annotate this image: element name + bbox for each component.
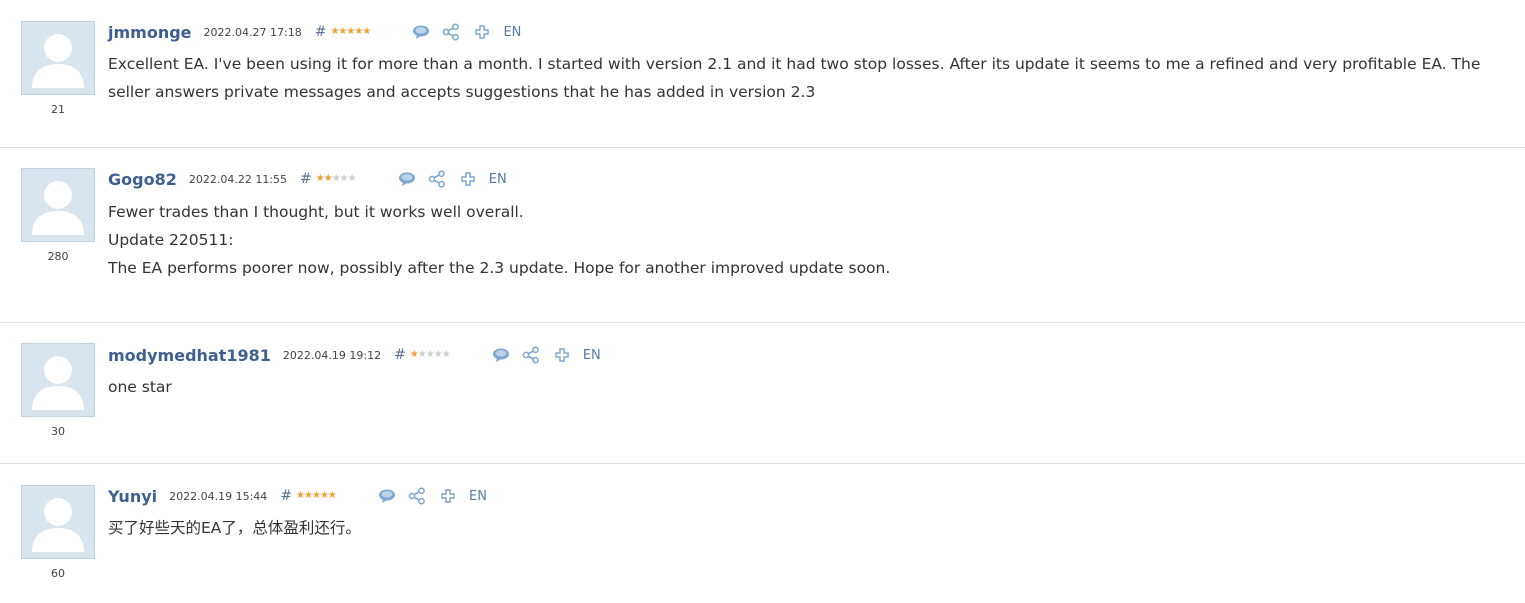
divider (0, 322, 1525, 323)
user-silhouette-icon (32, 181, 84, 235)
star-empty-icon: ★ (441, 349, 451, 360)
author-rating: 21 (51, 103, 65, 116)
plus-icon[interactable] (459, 170, 477, 188)
review-text-line: Excellent EA. I've been using it for mor… (108, 55, 1481, 101)
permalink-link[interactable]: # (394, 347, 406, 363)
review-header: modymedhat1981 2022.04.19 19:12 # ★ ★ ★ ★ ★ … (108, 344, 601, 366)
speech-bubble-icon[interactable] (378, 487, 396, 505)
author-rating: 60 (51, 567, 65, 580)
permalink-link[interactable]: # (315, 24, 327, 40)
star-filled-icon: ★ (354, 26, 363, 37)
review-date: 2022.04.22 11:55 (188, 172, 288, 186)
author-name[interactable]: Yunyi (108, 487, 157, 506)
author-rating: 280 (47, 250, 69, 263)
divider (0, 147, 1525, 148)
review-date: 2022.04.19 15:44 (169, 489, 268, 503)
share-icon[interactable] (408, 487, 426, 505)
permalink-link[interactable]: # (300, 171, 312, 187)
star-empty-icon: ★ (417, 349, 427, 360)
star-empty-icon: ★ (339, 173, 349, 184)
translate-language-link[interactable]: EN (469, 489, 487, 504)
star-filled-icon: ★ (327, 490, 337, 501)
review-text-line: Update 220511: (108, 231, 234, 249)
review-text: one star (108, 373, 1513, 401)
star-rating: ★ ★ ★ ★ ★ (316, 174, 394, 184)
user-silhouette-icon (32, 356, 84, 410)
permalink-link[interactable]: # (280, 488, 292, 504)
avatar[interactable] (21, 168, 95, 242)
star-filled-icon: ★ (362, 26, 371, 37)
star-empty-icon: ★ (425, 349, 435, 360)
translate-language-link[interactable]: EN (489, 172, 507, 187)
star-rating: ★ ★ ★ ★ ★ (330, 27, 408, 37)
translate-language-link[interactable]: EN (503, 25, 521, 40)
review-text-line: one star (108, 378, 172, 396)
star-filled-icon: ★ (409, 349, 419, 360)
review-text: Fewer trades than I thought, but it work… (108, 198, 1513, 282)
review-text-line: Fewer trades than I thought, but it work… (108, 203, 524, 221)
star-filled-icon: ★ (311, 490, 321, 501)
star-filled-icon: ★ (304, 490, 313, 501)
share-icon[interactable] (428, 170, 446, 188)
star-filled-icon: ★ (319, 490, 329, 501)
author-name[interactable]: modymedhat1981 (108, 346, 271, 365)
author-rating: 30 (51, 425, 65, 438)
review-text-line: The EA performs poorer now, possibly aft… (108, 259, 891, 277)
share-icon[interactable] (522, 346, 540, 364)
review-header: jmmonge 2022.04.27 17:18 # ★ ★ ★ ★ ★ EN (108, 21, 521, 43)
review-date: 2022.04.19 19:12 (282, 348, 382, 362)
review-text: Excellent EA. I've been using it for mor… (108, 50, 1513, 106)
divider (0, 463, 1525, 464)
avatar[interactable] (21, 343, 95, 417)
user-silhouette-icon (32, 34, 84, 88)
review-text: 买了好些天的EA了，总体盈利还行。 (108, 514, 1513, 542)
speech-bubble-icon[interactable] (492, 346, 510, 364)
star-rating: ★ ★ ★ ★ ★ (296, 491, 374, 501)
translate-language-link[interactable]: EN (583, 348, 601, 363)
plus-icon[interactable] (439, 487, 457, 505)
star-empty-icon: ★ (433, 349, 443, 360)
star-rating: ★ ★ ★ ★ ★ (410, 350, 488, 360)
speech-bubble-icon[interactable] (412, 23, 430, 41)
review-text-line: 买了好些天的EA了，总体盈利还行。 (108, 519, 361, 537)
star-filled-icon: ★ (330, 26, 339, 37)
avatar[interactable] (21, 485, 95, 559)
user-silhouette-icon (32, 498, 84, 552)
star-empty-icon: ★ (331, 173, 341, 184)
star-filled-icon: ★ (296, 490, 305, 501)
share-icon[interactable] (442, 23, 460, 41)
star-filled-icon: ★ (346, 26, 355, 37)
star-empty-icon: ★ (347, 173, 357, 184)
review-header: Gogo82 2022.04.22 11:55 # ★ ★ ★ ★ ★ EN (108, 168, 507, 190)
avatar[interactable] (21, 21, 95, 95)
plus-icon[interactable] (553, 346, 571, 364)
author-name[interactable]: Gogo82 (108, 170, 177, 189)
review-header: Yunyi 2022.04.19 15:44 # ★ ★ ★ ★ ★ EN (108, 485, 487, 507)
plus-icon[interactable] (473, 23, 491, 41)
review-date: 2022.04.27 17:18 (203, 25, 302, 39)
author-name[interactable]: jmmonge (108, 23, 192, 42)
star-filled-icon: ★ (323, 173, 333, 184)
star-filled-icon: ★ (338, 26, 347, 37)
speech-bubble-icon[interactable] (398, 170, 416, 188)
star-filled-icon: ★ (315, 173, 325, 184)
